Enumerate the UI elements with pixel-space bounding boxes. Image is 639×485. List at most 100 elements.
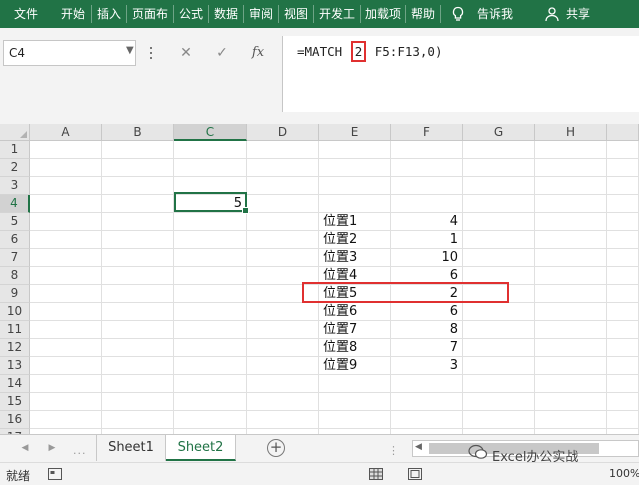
cell-h1[interactable] (535, 141, 607, 159)
cell-c14[interactable] (174, 375, 247, 393)
cell-h11[interactable] (535, 321, 607, 339)
cell-e14[interactable] (319, 375, 391, 393)
cell-f3[interactable] (391, 177, 463, 195)
cell-g11[interactable] (463, 321, 535, 339)
more-sheets-icon[interactable]: ... (73, 444, 87, 457)
cell-f2[interactable] (391, 159, 463, 177)
fill-handle[interactable] (242, 207, 249, 214)
cell-f11[interactable]: 8 (391, 321, 463, 339)
row-header-14[interactable]: 14 (0, 375, 30, 393)
row-header-13[interactable]: 13 (0, 357, 30, 375)
tab-developer[interactable]: 开发工 (315, 0, 359, 28)
cell-a5[interactable] (30, 213, 102, 231)
cell-f16[interactable] (391, 411, 463, 429)
cell-b5[interactable] (102, 213, 174, 231)
chevron-down-icon[interactable]: ▼ (126, 45, 134, 56)
cell-d2[interactable] (247, 159, 319, 177)
tab-view[interactable]: 视图 (280, 0, 312, 28)
cell-partial[interactable] (607, 321, 639, 339)
column-header-b[interactable]: B (102, 124, 174, 141)
sheet-tab-sheet2[interactable]: Sheet2 (166, 435, 236, 461)
cell-a6[interactable] (30, 231, 102, 249)
cell-c12[interactable] (174, 339, 247, 357)
cell-partial[interactable] (607, 231, 639, 249)
worksheet-grid[interactable]: A B C D E F G H 1 2 3 4 5 5 位置1 4 6 位置2 1 7 位置3 10 8 位置4 6 9 位置5 2 1… (0, 124, 639, 434)
cell-d12[interactable] (247, 339, 319, 357)
cell-b15[interactable] (102, 393, 174, 411)
cell-c9[interactable] (174, 285, 247, 303)
cell-partial[interactable] (607, 177, 639, 195)
cell-c5[interactable] (174, 213, 247, 231)
cell-b16[interactable] (102, 411, 174, 429)
cell-d14[interactable] (247, 375, 319, 393)
row-header-15[interactable]: 15 (0, 393, 30, 411)
cell-a1[interactable] (30, 141, 102, 159)
cell-f12[interactable]: 7 (391, 339, 463, 357)
cell-g4[interactable] (463, 195, 535, 213)
cell-a13[interactable] (30, 357, 102, 375)
cell-f10[interactable]: 6 (391, 303, 463, 321)
cell-d6[interactable] (247, 231, 319, 249)
cell-g7[interactable] (463, 249, 535, 267)
cell-h12[interactable] (535, 339, 607, 357)
cell-c13[interactable] (174, 357, 247, 375)
cell-e16[interactable] (319, 411, 391, 429)
cell-b11[interactable] (102, 321, 174, 339)
cell-g14[interactable] (463, 375, 535, 393)
cell-partial[interactable] (607, 285, 639, 303)
cell-d7[interactable] (247, 249, 319, 267)
cell-c2[interactable] (174, 159, 247, 177)
cell-h13[interactable] (535, 357, 607, 375)
cell-d13[interactable] (247, 357, 319, 375)
cell-d1[interactable] (247, 141, 319, 159)
cell-h8[interactable] (535, 267, 607, 285)
cell-partial[interactable] (607, 303, 639, 321)
row-header-1[interactable]: 1 (0, 141, 30, 159)
column-header-a[interactable]: A (30, 124, 102, 141)
column-header-f[interactable]: F (391, 124, 463, 141)
cell-g13[interactable] (463, 357, 535, 375)
cell-partial[interactable] (607, 159, 639, 177)
cell-g16[interactable] (463, 411, 535, 429)
cell-c11[interactable] (174, 321, 247, 339)
cell-b12[interactable] (102, 339, 174, 357)
page-layout-view-icon[interactable] (408, 468, 422, 480)
cell-a10[interactable] (30, 303, 102, 321)
cell-a12[interactable] (30, 339, 102, 357)
cell-b4[interactable] (102, 195, 174, 213)
cell-g1[interactable] (463, 141, 535, 159)
cell-d16[interactable] (247, 411, 319, 429)
cell-h2[interactable] (535, 159, 607, 177)
cell-a2[interactable] (30, 159, 102, 177)
cell-a11[interactable] (30, 321, 102, 339)
cell-e1[interactable] (319, 141, 391, 159)
cell-e4[interactable] (319, 195, 391, 213)
row-header-11[interactable]: 11 (0, 321, 30, 339)
macro-record-icon[interactable] (48, 468, 62, 480)
column-header-d[interactable]: D (247, 124, 319, 141)
enter-button[interactable]: ✓ (208, 40, 236, 66)
cell-a8[interactable] (30, 267, 102, 285)
cell-a14[interactable] (30, 375, 102, 393)
cell-h6[interactable] (535, 231, 607, 249)
cell-f6[interactable]: 1 (391, 231, 463, 249)
cell-h14[interactable] (535, 375, 607, 393)
cell-b13[interactable] (102, 357, 174, 375)
cell-partial[interactable] (607, 195, 639, 213)
tab-addins[interactable]: 加载项 (362, 0, 404, 28)
cell-b14[interactable] (102, 375, 174, 393)
cell-d10[interactable] (247, 303, 319, 321)
cell-f14[interactable] (391, 375, 463, 393)
cell-e7[interactable]: 位置3 (319, 249, 391, 267)
column-header-e[interactable]: E (319, 124, 391, 141)
cell-d4[interactable] (247, 195, 319, 213)
cell-b6[interactable] (102, 231, 174, 249)
add-sheet-button[interactable]: + (267, 439, 285, 457)
row-header-3[interactable]: 3 (0, 177, 30, 195)
cell-c7[interactable] (174, 249, 247, 267)
cell-f7[interactable]: 10 (391, 249, 463, 267)
cell-partial[interactable] (607, 339, 639, 357)
cell-partial[interactable] (607, 375, 639, 393)
cell-f5[interactable]: 4 (391, 213, 463, 231)
tab-splitter-icon[interactable]: ⋮ (388, 444, 400, 457)
